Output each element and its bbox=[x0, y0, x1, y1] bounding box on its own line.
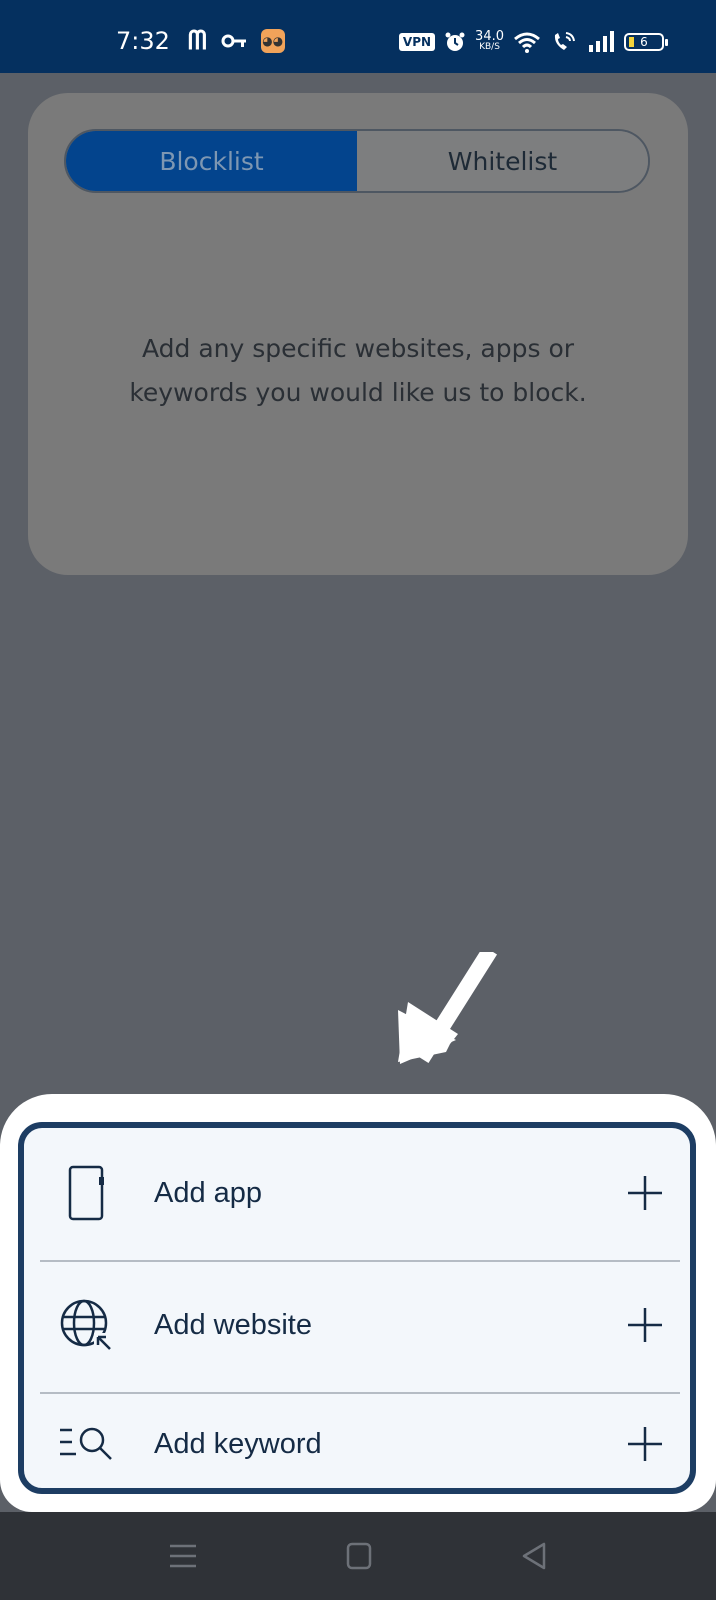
globe-icon bbox=[58, 1297, 114, 1353]
add-app-label: Add app bbox=[154, 1176, 263, 1209]
tab-blocklist[interactable]: Blocklist bbox=[66, 131, 357, 191]
add-website-plus-icon[interactable] bbox=[626, 1306, 664, 1344]
m-app-icon: ᗰ bbox=[188, 26, 207, 56]
vpn-badge: VPN bbox=[398, 33, 436, 51]
system-nav-bar bbox=[0, 1512, 716, 1600]
add-options-box: Add app Add website Add keyword bbox=[18, 1122, 696, 1494]
add-app-row[interactable]: Add app bbox=[44, 1128, 674, 1258]
alarm-icon bbox=[445, 32, 465, 51]
add-website-label: Add website bbox=[154, 1308, 312, 1341]
add-item-sheet: Add app Add website Add keyword bbox=[0, 1094, 716, 1512]
add-keyword-row[interactable]: Add keyword bbox=[44, 1394, 674, 1494]
empty-state-message: Add any specific websites, apps or keywo… bbox=[129, 334, 587, 407]
wifi-calling-icon bbox=[554, 32, 575, 50]
keyword-search-icon bbox=[58, 1416, 114, 1472]
phone-icon bbox=[58, 1165, 114, 1221]
battery-level-fill bbox=[629, 37, 634, 47]
tab-whitelist[interactable]: Whitelist bbox=[357, 131, 648, 191]
network-speed: 34.0 KB/S bbox=[475, 29, 504, 52]
list-type-toggle: Blocklist Whitelist bbox=[64, 129, 650, 193]
battery-icon: 6 bbox=[624, 33, 668, 51]
back-icon[interactable] bbox=[518, 1540, 552, 1572]
add-keyword-plus-icon[interactable] bbox=[626, 1425, 664, 1463]
home-icon[interactable] bbox=[342, 1540, 376, 1572]
add-keyword-label: Add keyword bbox=[154, 1427, 322, 1460]
status-right-icons: VPN 34.0 KB/S 6 bbox=[398, 29, 668, 54]
pointer-arrow-icon bbox=[398, 952, 498, 1064]
add-website-row[interactable]: Add website bbox=[44, 1260, 674, 1390]
owl-app-icon: ◕◕ bbox=[260, 29, 285, 53]
wifi-icon bbox=[514, 32, 540, 53]
menu-icon[interactable] bbox=[166, 1540, 200, 1572]
signal-icon bbox=[589, 31, 614, 52]
battery-level: 6 bbox=[640, 35, 648, 49]
key-icon bbox=[221, 34, 246, 48]
status-left-icons: ᗰ ◕◕ bbox=[188, 28, 285, 54]
status-time: 7:32 bbox=[116, 27, 170, 55]
blocklist-card: Blocklist Whitelist Add any specific web… bbox=[28, 93, 688, 575]
add-app-plus-icon[interactable] bbox=[626, 1174, 664, 1212]
status-bar: 7:32 ᗰ ◕◕ VPN 34.0 KB/S 6 bbox=[0, 0, 716, 73]
